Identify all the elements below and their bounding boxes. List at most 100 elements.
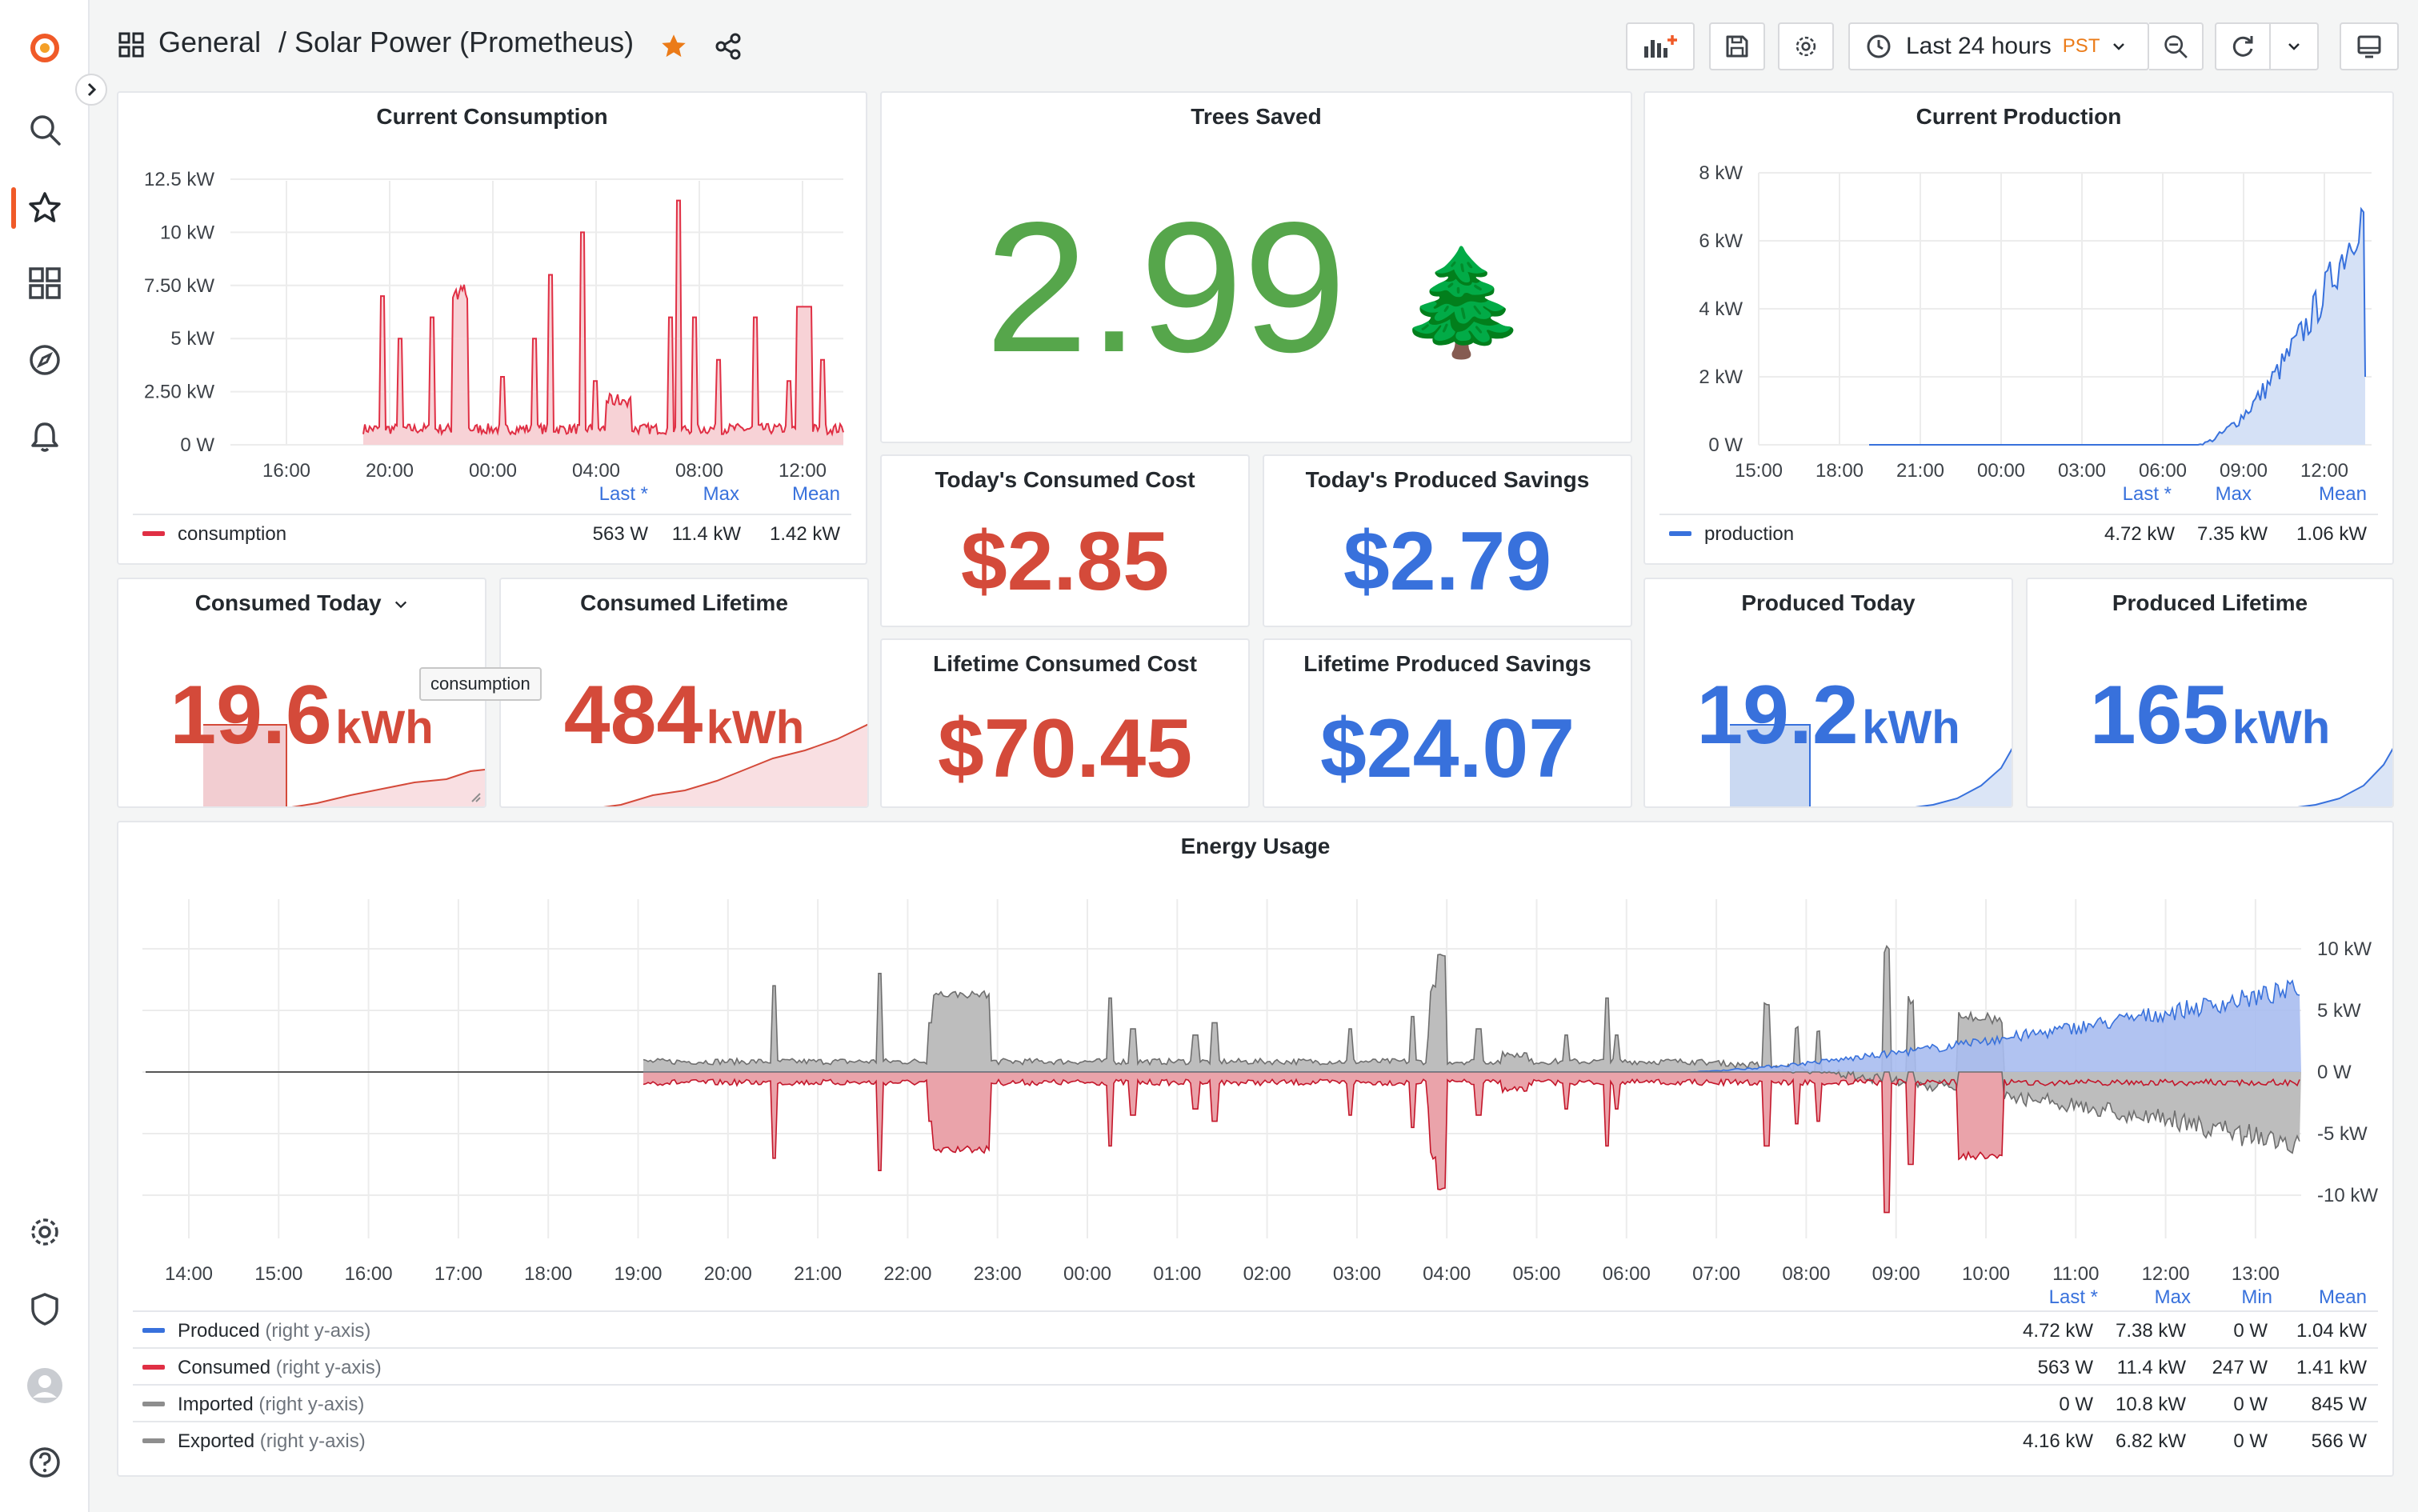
legend-row-consumption[interactable]: consumption 563 W 11.4 kW 1.42 kW <box>133 514 851 550</box>
current-production-chart[interactable]: 0 W 2 kW 4 kW 6 kW 8 kW 15:00 18:00 21:00 00:00 0… <box>1645 93 2394 525</box>
save-dashboard-button[interactable] <box>1709 22 1765 70</box>
series-swatch <box>1669 531 1691 536</box>
time-range-label: Last 24 hours <box>1906 33 2052 59</box>
legend-value-last: 4.72 kW <box>2104 523 2175 545</box>
series-axis-suffix: (right y-axis) <box>275 1357 382 1378</box>
produced-today-panel[interactable]: Produced Today 19.2 kWh <box>1643 578 2013 808</box>
trees-saved-panel[interactable]: Trees Saved 2.99 🌲 <box>880 91 1632 443</box>
dashboards-grid-icon <box>118 32 144 58</box>
x-tick-label: 22:00 <box>883 1263 931 1285</box>
y-tick-label: 10 kW <box>160 222 214 243</box>
legend-row-produced[interactable]: Produced (right y-axis) 4.72 kW 7.38 kW 0 W… <box>133 1310 2378 1347</box>
series-tooltip: consumption <box>419 667 542 701</box>
y-tick-label: -5 kW <box>2317 1123 2368 1145</box>
legend-header-mean[interactable]: Mean <box>2319 483 2367 506</box>
x-tick-label: 08:00 <box>1782 1263 1830 1285</box>
legend-header-mean[interactable]: Mean <box>2319 1286 2367 1309</box>
refresh-button[interactable] <box>2215 22 2271 70</box>
current-consumption-chart[interactable]: 0 W 2.50 kW 5 kW 7.50 kW 10 kW 12.5 kW 16:00 20… <box>118 93 867 525</box>
panel-title-row[interactable]: Consumed Today <box>118 590 485 616</box>
legend-row-imported[interactable]: Imported (right y-axis) 0 W 10.8 kW 0 W 845 … <box>133 1384 2378 1421</box>
x-tick-label: 00:00 <box>1977 460 2025 482</box>
energy-usage-chart[interactable]: 10 kW 5 kW 0 W -5 kW -10 kW 14:00 15:00 16:00 17… <box>118 822 2394 1286</box>
legend-value-max: 11.4 kW <box>671 523 741 545</box>
produced-today-unit: kWh <box>1862 702 1960 754</box>
energy-usage-panel[interactable]: Energy Usage 10 kW 5 kW 0 W -5 kW -10 kW 14:0… <box>117 821 2394 1477</box>
shield-icon[interactable] <box>22 1286 67 1331</box>
x-tick-label: 00:00 <box>1063 1263 1111 1285</box>
legend-value-last: 563 W <box>592 523 648 545</box>
view-mode-button[interactable] <box>2340 22 2399 70</box>
legend-value: 6.82 kW <box>2115 1430 2186 1452</box>
current-consumption-panel[interactable]: Current Consumption 0 W 2.50 kW 5 kW 7.50 k… <box>117 91 867 565</box>
sidebar <box>0 0 90 1512</box>
x-tick-label: 01:00 <box>1153 1263 1201 1285</box>
y-tick-label: 4 kW <box>1699 298 1743 320</box>
zoom-out-button[interactable] <box>2149 22 2204 70</box>
search-icon[interactable] <box>22 107 67 152</box>
legend-header-max[interactable]: Max <box>2155 1286 2191 1309</box>
x-tick-label: 20:00 <box>704 1263 752 1285</box>
panel-title: Consumed Lifetime <box>580 590 788 615</box>
chevron-down-icon <box>395 601 407 609</box>
legend-header-max[interactable]: Max <box>2216 483 2252 506</box>
current-production-panel[interactable]: Current Production 0 W2 kW 4 kW 6 kW 8 kW 15… <box>1643 91 2394 565</box>
tree-emoji-icon: 🌲 <box>1398 243 1527 361</box>
refresh-interval-dropdown[interactable] <box>2269 22 2319 70</box>
clock-icon <box>1867 34 1891 58</box>
legend-value: 7.38 kW <box>2115 1320 2186 1342</box>
x-tick-label: 14:00 <box>165 1263 213 1285</box>
legend-header-min[interactable]: Min <box>2241 1286 2272 1309</box>
x-tick-label: 04:00 <box>572 460 620 482</box>
x-tick-label: 13:00 <box>2232 1263 2280 1285</box>
series-name: Imported (right y-axis) <box>178 1394 365 1415</box>
explore-icon[interactable] <box>22 338 67 382</box>
legend-header-mean[interactable]: Mean <box>792 483 840 506</box>
dashboards-icon[interactable] <box>22 261 67 306</box>
legend-header-last[interactable]: Last * <box>599 483 648 506</box>
series-swatch <box>142 1365 165 1370</box>
consumed-today-unit: kWh <box>335 702 434 754</box>
lifetime-produced-savings-panel[interactable]: Lifetime Produced Savings $24.07 <box>1263 638 1632 808</box>
todays-consumed-cost-panel[interactable]: Today's Consumed Cost $2.85 <box>880 454 1250 627</box>
star-filled-icon[interactable] <box>659 32 688 61</box>
legend-row-production[interactable]: production 4.72 kW 7.35 kW 1.06 kW <box>1659 514 2378 550</box>
produced-lifetime-panel[interactable]: Produced Lifetime 165 kWh <box>2026 578 2394 808</box>
x-tick-label: 21:00 <box>1896 460 1944 482</box>
grafana-logo-icon[interactable] <box>22 26 67 70</box>
time-picker[interactable]: Last 24 hours PST <box>1848 22 2149 70</box>
resize-handle-icon[interactable] <box>470 792 482 803</box>
x-tick-label: 03:00 <box>2058 460 2106 482</box>
production-area <box>1869 209 2365 445</box>
legend-header-max[interactable]: Max <box>703 483 739 506</box>
starred-icon[interactable] <box>22 186 67 230</box>
lifetime-consumed-cost-panel[interactable]: Lifetime Consumed Cost $70.45 <box>880 638 1250 808</box>
sidebar-collapse-button[interactable] <box>75 74 107 106</box>
avatar[interactable] <box>22 1363 67 1408</box>
y-tick-label: 8 kW <box>1699 162 1743 184</box>
breadcrumb-folder[interactable]: General <box>158 26 261 59</box>
todays-produced-savings-panel[interactable]: Today's Produced Savings $2.79 <box>1263 454 1632 627</box>
legend-row-exported[interactable]: Exported (right y-axis) 4.16 kW 6.82 kW 0 W… <box>133 1421 2378 1458</box>
legend-row-consumed[interactable]: Consumed (right y-axis) 563 W 11.4 kW 247 W… <box>133 1347 2378 1384</box>
breadcrumb-dashboard[interactable]: Solar Power (Prometheus) <box>294 26 634 59</box>
y-tick-label: 0 W <box>2317 1062 2352 1083</box>
active-indicator <box>11 187 16 229</box>
consumed-lifetime-panel[interactable]: Consumed Lifetime 484 kWh <box>499 578 869 808</box>
x-tick-label: 11:00 <box>2052 1263 2099 1285</box>
todays-produced-savings-value: $2.79 <box>1343 515 1552 608</box>
legend-header-last[interactable]: Last * <box>2123 483 2172 506</box>
panel-title: Trees Saved <box>1191 104 1322 129</box>
legend-header-last[interactable]: Last * <box>2049 1286 2098 1309</box>
x-tick-label: 21:00 <box>794 1263 842 1285</box>
help-icon[interactable] <box>22 1440 67 1485</box>
dashboard-settings-button[interactable] <box>1778 22 1834 70</box>
legend-value: 247 W <box>2212 1357 2268 1378</box>
add-panel-button[interactable] <box>1626 22 1695 70</box>
x-tick-label: 23:00 <box>974 1263 1022 1285</box>
legend-value: 1.41 kW <box>2296 1357 2367 1378</box>
series-name: Exported (right y-axis) <box>178 1430 366 1452</box>
alerting-icon[interactable] <box>22 414 67 459</box>
settings-icon[interactable] <box>22 1210 67 1254</box>
share-icon[interactable] <box>714 32 743 61</box>
